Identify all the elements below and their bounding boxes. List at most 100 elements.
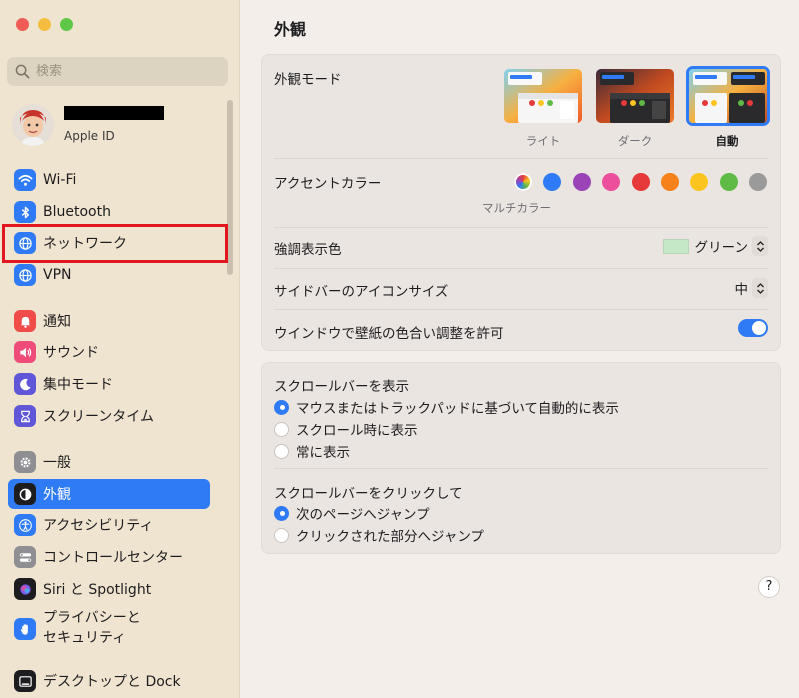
radio-button[interactable] — [274, 443, 289, 459]
help-button[interactable]: ? — [758, 576, 780, 598]
main-content: 外観 外観モード ライト ダーク 自動 アクセントカラー マルチカラー 強調表示… — [241, 0, 799, 698]
minimize-window-button[interactable] — [38, 18, 51, 31]
sidebar-item-label: アクセシビリティ — [43, 518, 154, 534]
appearance-light-option[interactable] — [504, 69, 582, 123]
sidebar-item-label: Bluetooth — [43, 204, 111, 220]
appearance-icon — [14, 483, 36, 505]
sidebar-item-label: 一般 — [43, 455, 71, 471]
bluetooth-icon — [14, 201, 36, 223]
radio-button-selected[interactable] — [274, 505, 289, 521]
sidebar-icon-size-select[interactable]: 中 — [734, 278, 768, 298]
moon-icon — [14, 373, 36, 395]
divider — [274, 227, 768, 228]
sidebar-item-sound[interactable]: サウンド — [8, 337, 210, 367]
search-input[interactable] — [36, 64, 216, 79]
sidebar-item-label: スクリーンタイム — [43, 409, 155, 425]
sidebar-item-bluetooth[interactable]: Bluetooth — [8, 197, 210, 227]
memoji-avatar-icon — [12, 104, 54, 146]
accent-color-label: アクセントカラー — [274, 176, 382, 192]
sidebar-item-controlcenter[interactable]: コントロールセンター — [8, 542, 210, 572]
sidebar-item-privacy[interactable]: プライバシーと セキュリティ — [8, 604, 210, 648]
sidebar-item-vpn[interactable]: VPN — [8, 260, 210, 290]
accent-pink-swatch[interactable] — [602, 173, 620, 191]
show-scrollbars-when-scrolling-option[interactable]: スクロール時に表示 — [274, 419, 418, 439]
radio-label: スクロール時に表示 — [296, 423, 418, 439]
sidebar-icon-size-value: 中 — [734, 282, 749, 298]
hand-icon — [14, 618, 36, 640]
sidebar-item-wifi[interactable]: Wi-Fi — [8, 165, 210, 195]
show-scrollbars-always-option[interactable]: 常に表示 — [274, 441, 350, 461]
light-mode-preview-icon — [504, 69, 582, 123]
sidebar-item-label-line2: セキュリティ — [43, 630, 127, 646]
sidebar-item-label: Siri と Spotlight — [43, 582, 152, 598]
appearance-auto-option[interactable] — [686, 66, 770, 126]
search-field[interactable] — [7, 57, 228, 86]
accessibility-icon — [14, 514, 36, 536]
radio-button-selected[interactable] — [274, 399, 289, 415]
page-title: 外観 — [274, 20, 307, 39]
window-controls — [16, 18, 73, 31]
dark-mode-preview-icon — [596, 69, 674, 123]
sidebar-icon-size-label: サイドバーのアイコンサイズ — [274, 284, 449, 300]
wallpaper-tinting-label: ウインドウで壁紙の色合い調整を許可 — [274, 326, 504, 342]
sidebar-item-label: VPN — [43, 267, 72, 283]
accent-orange-swatch[interactable] — [661, 173, 679, 191]
click-scrollbar-label: スクロールバーをクリックして — [274, 486, 463, 502]
sidebar-item-focus[interactable]: 集中モード — [8, 369, 210, 399]
sidebar-item-screentime[interactable]: スクリーンタイム — [8, 401, 210, 431]
annotation-highlight-box — [2, 224, 228, 263]
click-scrollbar-jump-spot-option[interactable]: クリックされた部分へジャンプ — [274, 525, 484, 545]
accent-red-swatch[interactable] — [632, 173, 650, 191]
show-scrollbars-auto-option[interactable]: マウスまたはトラックパッドに基づいて自動的に表示 — [274, 397, 619, 417]
close-window-button[interactable] — [16, 18, 29, 31]
sidebar-item-label: コントロールセンター — [43, 550, 183, 566]
radio-button[interactable] — [274, 421, 289, 437]
accent-green-swatch[interactable] — [720, 173, 738, 191]
avatar — [12, 104, 54, 146]
divider — [274, 309, 768, 310]
sidebar-item-siri[interactable]: Siri と Spotlight — [8, 574, 210, 604]
divider — [274, 268, 768, 269]
appearance-mode-label: 外観モード — [274, 72, 342, 88]
sidebar-item-label: Wi-Fi — [43, 172, 77, 188]
sidebar-item-general[interactable]: 一般 — [8, 447, 210, 477]
updown-chevron-icon — [752, 278, 768, 298]
radio-button[interactable] — [274, 527, 289, 543]
siri-icon — [14, 578, 36, 600]
appearance-light-label: ライト — [525, 134, 561, 148]
accent-purple-swatch[interactable] — [573, 173, 591, 191]
accent-blue-swatch[interactable] — [543, 173, 561, 191]
highlight-color-sample — [662, 238, 689, 254]
vpn-globe-icon — [14, 264, 36, 286]
appearance-dark-label: ダーク — [617, 134, 653, 148]
click-scrollbar-next-page-option[interactable]: 次のページへジャンプ — [274, 503, 430, 523]
appearance-settings-panel: 外観モード ライト ダーク 自動 アクセントカラー マルチカラー 強調表示色 グ… — [261, 54, 781, 351]
apple-id-account[interactable]: Apple ID — [12, 102, 227, 148]
sidebar-item-label: 通知 — [43, 314, 71, 330]
wallpaper-tinting-toggle[interactable] — [738, 319, 768, 337]
sidebar-item-notifications[interactable]: 通知 — [8, 306, 210, 336]
scrollbar-settings-panel: スクロールバーを表示 マウスまたはトラックパッドに基づいて自動的に表示 スクロー… — [261, 362, 781, 554]
highlight-color-select[interactable]: グリーン — [662, 236, 768, 256]
accent-yellow-swatch[interactable] — [690, 173, 708, 191]
sidebar-item-label: サウンド — [43, 345, 99, 361]
divider — [274, 158, 768, 159]
sidebar-item-desktop-dock[interactable]: デスクトップと Dock — [8, 666, 210, 696]
highlight-color-value: グリーン — [694, 240, 748, 256]
radio-label: 次のページへジャンプ — [296, 507, 430, 523]
sidebar-item-accessibility[interactable]: アクセシビリティ — [8, 510, 210, 540]
appearance-dark-option[interactable] — [596, 69, 674, 123]
radio-label: クリックされた部分へジャンプ — [296, 529, 484, 545]
account-subtitle: Apple ID — [64, 129, 115, 143]
radio-label: 常に表示 — [296, 445, 350, 461]
sidebar-item-label: 外観 — [43, 487, 71, 503]
accent-graphite-swatch[interactable] — [749, 173, 767, 191]
sidebar-item-label-line1: プライバシーと — [43, 610, 141, 626]
accent-multicolor-swatch[interactable] — [514, 173, 532, 191]
sidebar-item-appearance[interactable]: 外観 — [8, 479, 210, 509]
radio-label: マウスまたはトラックパッドに基づいて自動的に表示 — [296, 401, 619, 417]
dock-icon — [14, 670, 36, 692]
hourglass-icon — [14, 405, 36, 427]
updown-chevron-icon — [752, 236, 768, 256]
zoom-window-button[interactable] — [60, 18, 73, 31]
